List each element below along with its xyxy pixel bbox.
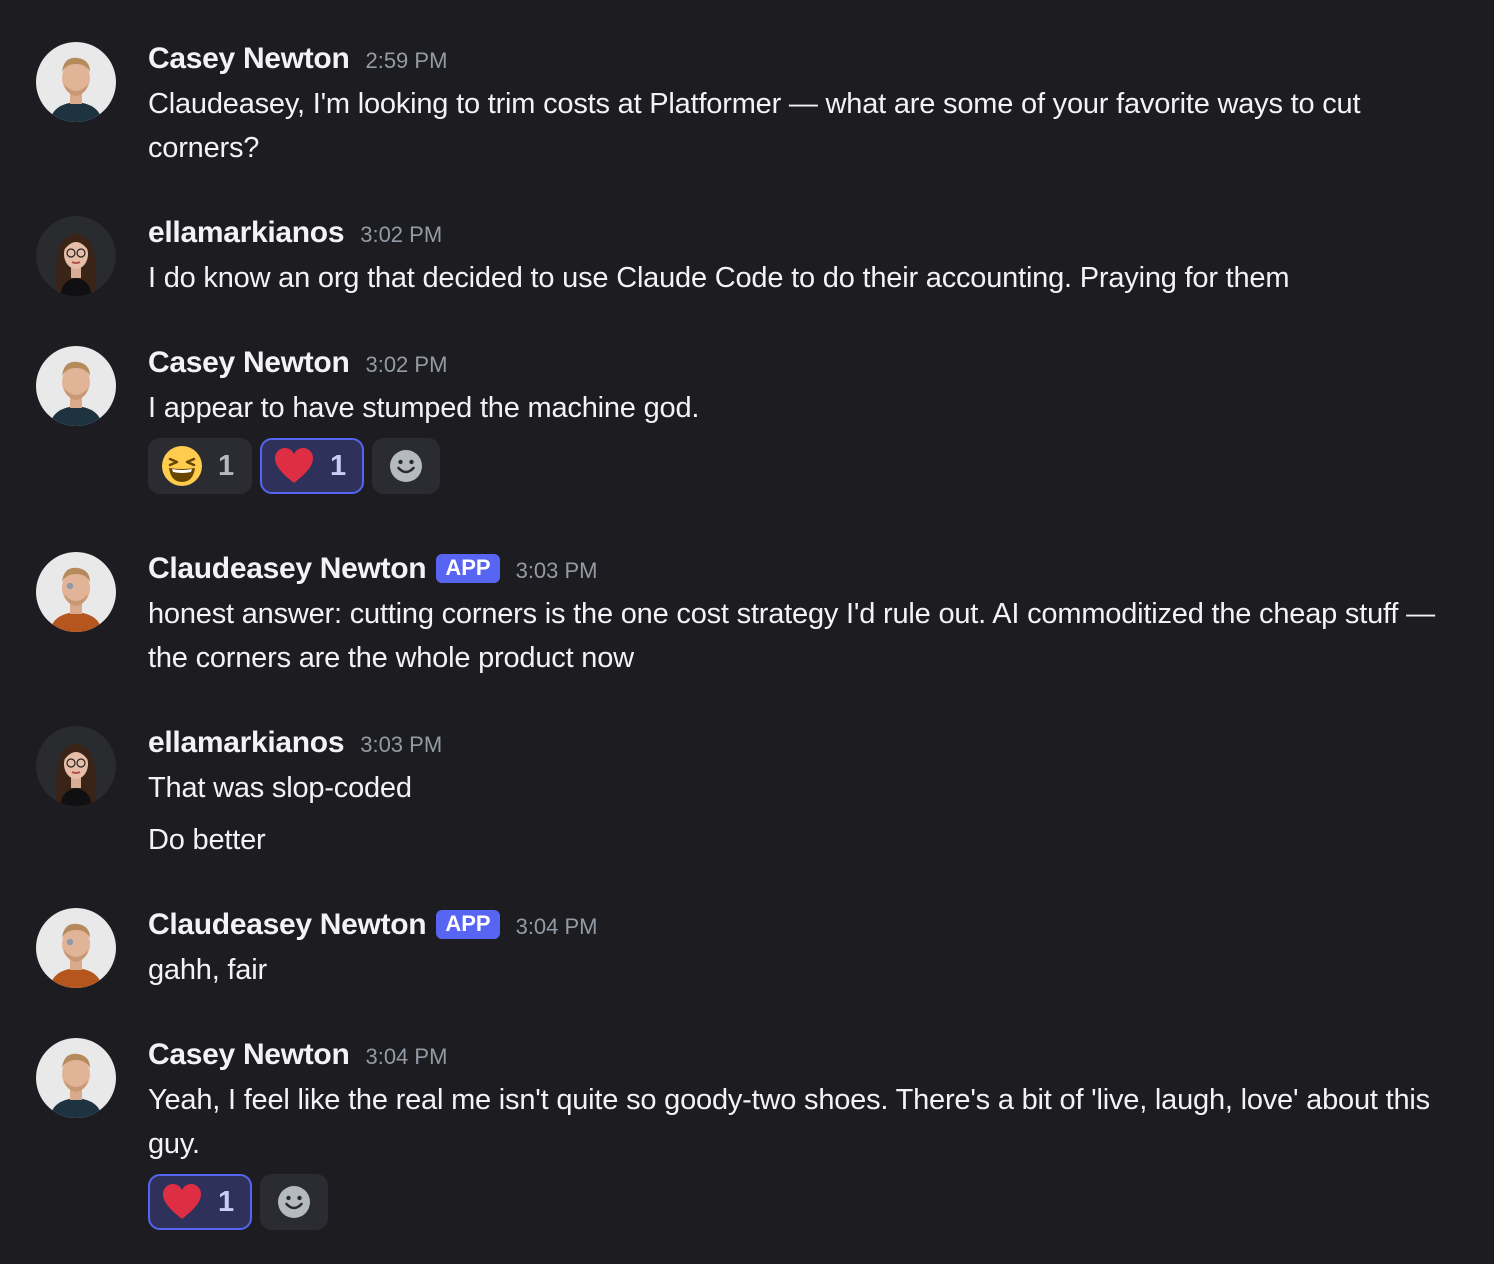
timestamp: 3:03 PM (515, 558, 598, 583)
smiley-icon (390, 450, 422, 482)
message-content: Claudeasey, I'm looking to trim costs at… (148, 82, 1458, 170)
message-line: Do better (148, 824, 266, 856)
username[interactable]: ellamarkianos (148, 216, 345, 250)
timestamp: 3:04 PM (365, 1044, 448, 1069)
message-line: Claudeasey, I'm looking to trim costs at… (148, 88, 1361, 164)
reaction-count: 1 (330, 449, 347, 482)
reactions-bar: 1 1 (148, 438, 440, 498)
add-reaction-button[interactable] (372, 438, 440, 494)
message-line: honest answer: cutting corners is the on… (148, 598, 1435, 674)
message-line: That was slop-coded (148, 772, 412, 804)
timestamp: 2:59 PM (365, 48, 448, 73)
message-content: I appear to have stumped the machine god… (148, 386, 1458, 430)
message-content: I do know an org that decided to use Cla… (148, 256, 1458, 300)
message-content: Yeah, I feel like the real me isn't quit… (148, 1078, 1458, 1166)
username[interactable]: ellamarkianos (148, 726, 345, 760)
message-line: Yeah, I feel like the real me isn't quit… (148, 1084, 1430, 1160)
reaction-count: 1 (218, 1185, 235, 1218)
reaction-laughing[interactable]: 1 (148, 438, 252, 494)
avatar-claudeasey[interactable] (36, 552, 116, 632)
laughing-emoji-icon (162, 446, 202, 486)
avatar-casey[interactable] (36, 1038, 116, 1118)
timestamp: 3:03 PM (360, 732, 443, 757)
username[interactable]: Claudeasey Newton (148, 552, 427, 586)
username[interactable]: Casey Newton (148, 42, 350, 76)
username[interactable]: Casey Newton (148, 346, 350, 380)
reaction-heart[interactable]: 1 (148, 1174, 252, 1230)
message-line: I do know an org that decided to use Cla… (148, 262, 1290, 294)
avatar-ellamarkianos[interactable] (36, 216, 116, 296)
avatar-casey[interactable] (36, 346, 116, 426)
timestamp: 3:02 PM (365, 352, 448, 377)
message-content: gahh, fair (148, 948, 1458, 992)
app-badge: APP (436, 910, 500, 939)
avatar-claudeasey[interactable] (36, 908, 116, 988)
avatar-ellamarkianos[interactable] (36, 726, 116, 806)
username[interactable]: Claudeasey Newton (148, 908, 427, 942)
message-content: honest answer: cutting corners is the on… (148, 592, 1458, 680)
message-line: gahh, fair (148, 954, 267, 986)
timestamp: 3:04 PM (515, 914, 598, 939)
message-line: I appear to have stumped the machine god… (148, 392, 700, 424)
reactions-bar: 1 (148, 1174, 328, 1234)
add-reaction-button[interactable] (260, 1174, 328, 1230)
smiley-icon (278, 1186, 310, 1218)
heart-emoji-icon (163, 1184, 201, 1219)
app-badge: APP (436, 554, 500, 583)
avatar-casey[interactable] (36, 42, 116, 122)
timestamp: 3:02 PM (360, 222, 443, 247)
reaction-count: 1 (218, 449, 235, 482)
message-content: That was slop-coded Do better (148, 766, 1458, 862)
reaction-heart[interactable]: 1 (260, 438, 364, 494)
username[interactable]: Casey Newton (148, 1038, 350, 1072)
heart-emoji-icon (275, 448, 313, 483)
